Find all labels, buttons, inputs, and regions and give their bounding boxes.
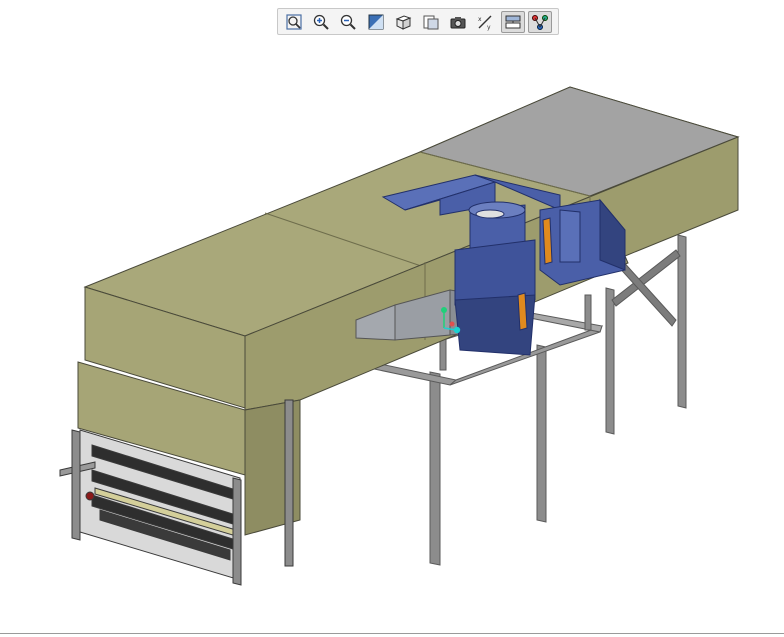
zoom-out-icon — [339, 13, 357, 31]
tree-view-button[interactable] — [528, 10, 553, 33]
zoom-out-button[interactable] — [336, 11, 360, 33]
viewer-toolbar: xy — [277, 8, 559, 35]
snapshot-button[interactable] — [446, 11, 470, 33]
cube-view-icon — [394, 13, 412, 31]
section-view-icon — [504, 13, 522, 31]
shading-button[interactable] — [364, 11, 388, 33]
view-orientation-button[interactable] — [391, 11, 415, 33]
3d-model-viewport[interactable] — [0, 40, 784, 630]
svg-text:y: y — [487, 24, 491, 31]
zoom-fit-button[interactable] — [282, 11, 306, 33]
display-style-button[interactable] — [419, 11, 443, 33]
measure-icon: xy — [476, 13, 494, 31]
zoom-in-icon — [312, 13, 330, 31]
zoom-in-button[interactable] — [309, 11, 333, 33]
section-view-button[interactable] — [500, 10, 525, 33]
window-bottom-border — [0, 633, 784, 634]
shading-icon — [367, 13, 385, 31]
display-style-icon — [422, 13, 440, 31]
camera-icon — [449, 13, 467, 31]
svg-text:x: x — [478, 16, 482, 23]
zoom-fit-icon — [285, 13, 303, 31]
measure-button[interactable]: xy — [473, 11, 497, 33]
tree-view-icon — [531, 13, 549, 31]
